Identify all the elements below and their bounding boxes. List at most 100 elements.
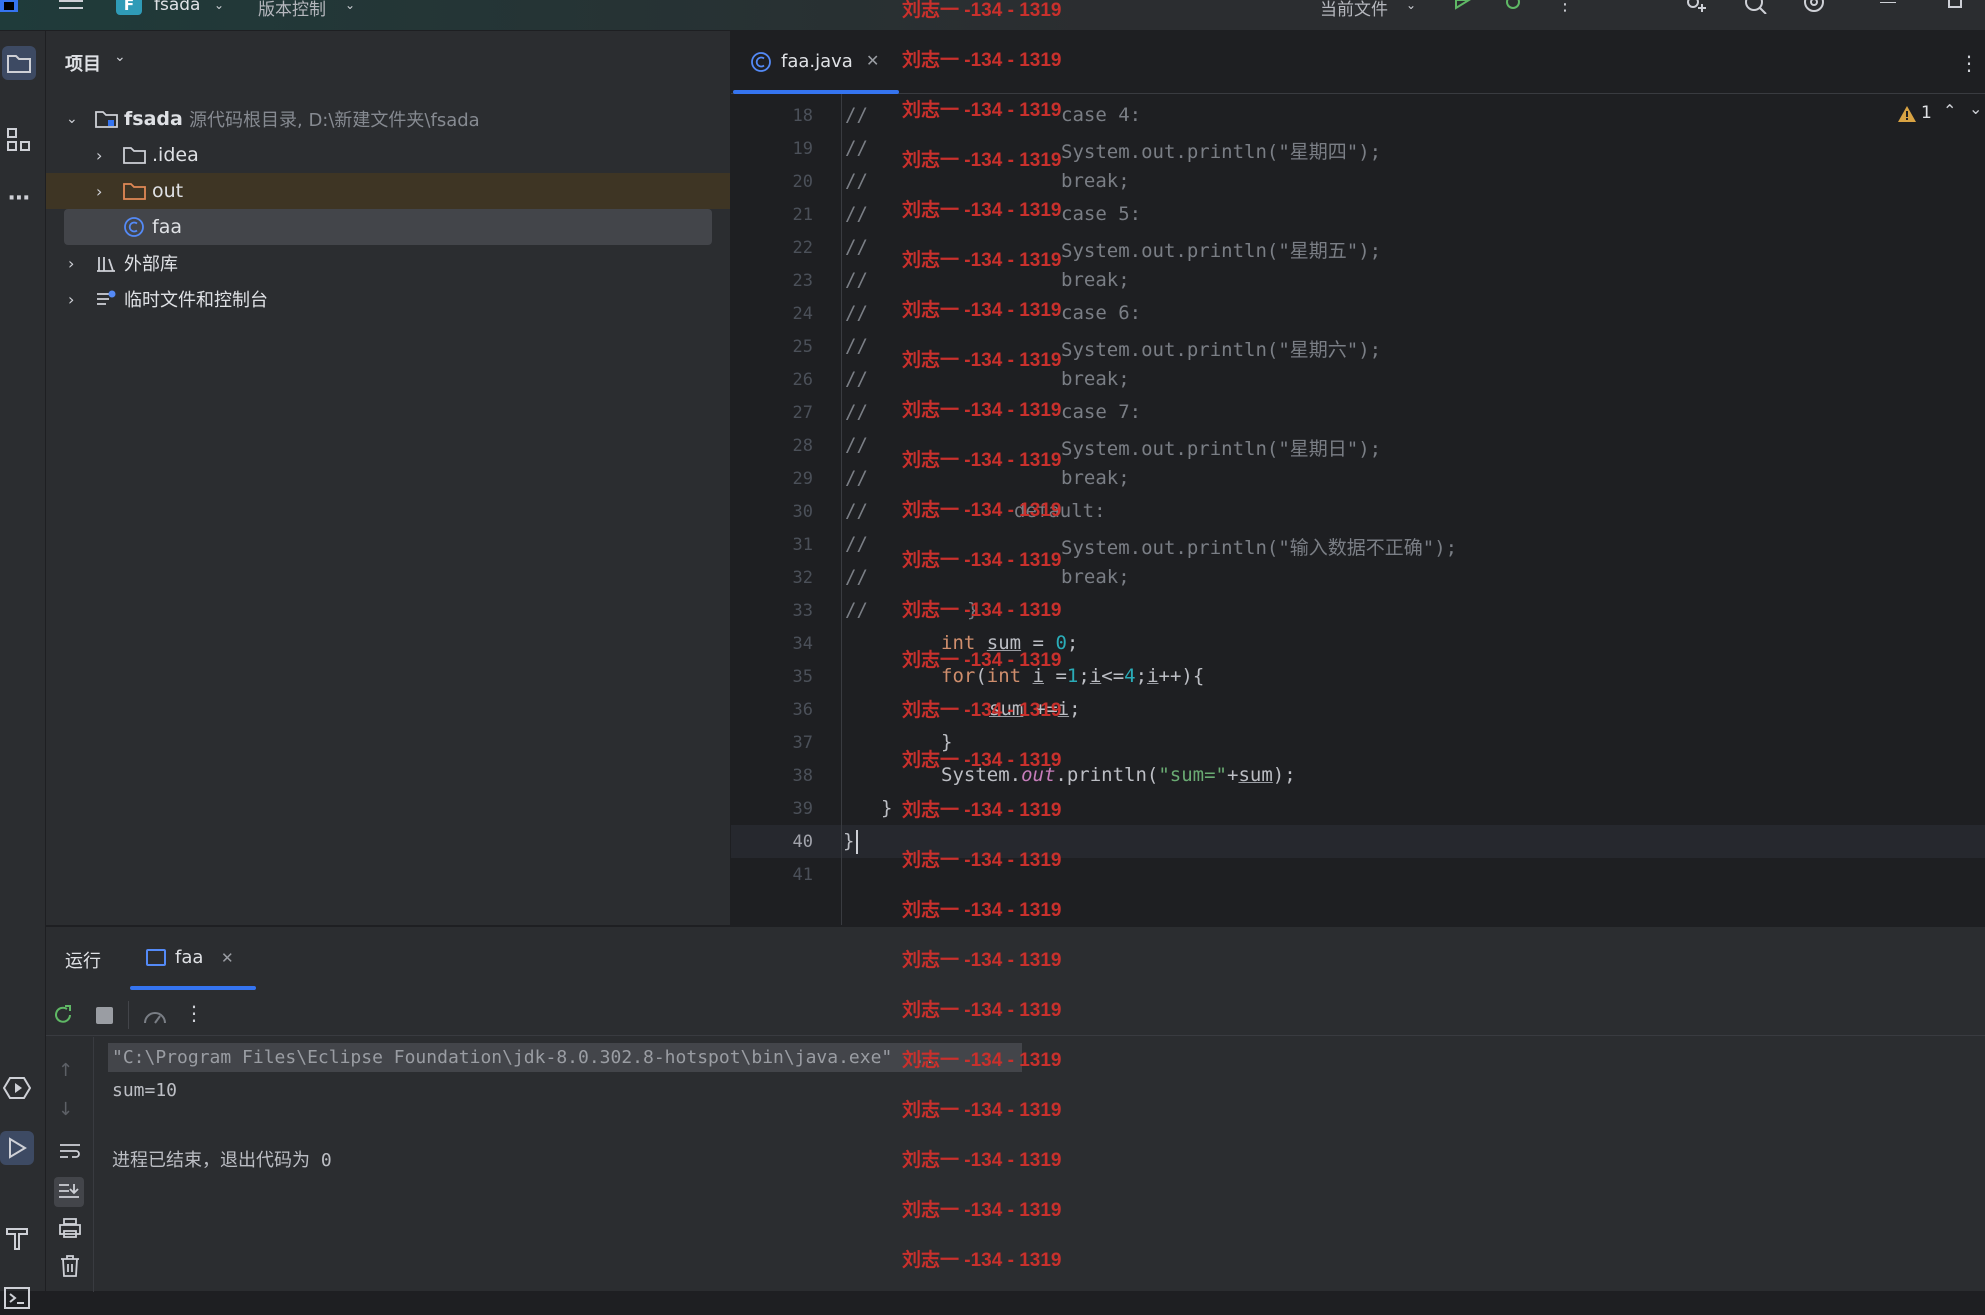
run-panel-title: 运行	[65, 951, 101, 972]
main-menu-icon[interactable]	[56, 0, 86, 14]
tree-item-idea[interactable]: › .idea	[46, 137, 730, 173]
code-line-24: case 6:	[1061, 302, 1142, 324]
tree-item-scratches[interactable]: › 临时文件和控制台	[46, 281, 730, 317]
tree-item-label: 外部库	[124, 254, 178, 275]
more-tools-icon[interactable]: ⋯	[2, 181, 36, 215]
code-line-22: System.out.println("星期五");	[1061, 240, 1382, 262]
code-line-21: case 5:	[1061, 203, 1142, 225]
console-command-line: "C:\Program Files\Eclipse Foundation\jdk…	[112, 1047, 936, 1068]
comment-marker: //	[845, 368, 868, 390]
project-panel: 项目 ⌄ ⌄ fsada 源代码根目录, D:\新建文件夹\fsada › .i…	[46, 31, 730, 925]
comment-marker: //	[845, 467, 868, 489]
code-line-31: System.out.println("输入数据不正确");	[1061, 537, 1458, 559]
vcs-menu[interactable]: 版本控制	[258, 0, 326, 20]
tree-root[interactable]: ⌄ fsada 源代码根目录, D:\新建文件夹\fsada	[46, 101, 730, 137]
comment-marker: //	[845, 566, 868, 588]
chevron-expanded-icon[interactable]: ⌄	[66, 111, 78, 127]
chevron-down-icon[interactable]: ⌄	[1406, 0, 1416, 12]
tree-item-external-libraries[interactable]: › 外部库	[46, 245, 730, 281]
profiler-icon[interactable]	[142, 1003, 168, 1027]
structure-icon[interactable]	[2, 123, 36, 157]
comment-marker: //	[845, 599, 868, 621]
code-line-25: System.out.println("星期六");	[1061, 339, 1382, 361]
text-cursor	[856, 830, 858, 854]
comment-marker: //	[845, 500, 868, 522]
comment-marker: //	[845, 269, 868, 291]
console-output-line: sum=10	[112, 1080, 178, 1101]
services-icon[interactable]	[0, 1071, 34, 1105]
library-icon	[95, 253, 117, 273]
trash-icon[interactable]	[56, 1253, 84, 1279]
comment-marker: //	[845, 170, 868, 192]
code-line-19: System.out.println("星期四");	[1061, 141, 1382, 163]
run-tool-icon[interactable]	[0, 1131, 34, 1165]
code-line-26: break;	[1061, 368, 1130, 390]
console-exit-line: 进程已结束，退出代码为 0	[112, 1150, 332, 1171]
chevron-right-icon[interactable]: ›	[96, 182, 102, 201]
run-tab-faa[interactable]: faa ✕	[130, 927, 256, 990]
code-line-36: sum +=i;	[989, 698, 1081, 720]
terminal-icon[interactable]	[0, 1281, 34, 1315]
tree-item-faa[interactable]: faa	[46, 209, 730, 245]
rerun-icon[interactable]	[51, 1003, 75, 1027]
more-actions-icon[interactable]: ⋮	[1556, 0, 1574, 15]
chevron-right-icon[interactable]: ›	[68, 290, 74, 309]
run-panel: 运行 faa ✕ ⋮ ↑ ↓ "C:\Program Files\Eclipse…	[46, 926, 1985, 1292]
build-icon[interactable]	[0, 1221, 34, 1255]
chevron-right-icon[interactable]: ›	[68, 254, 74, 273]
code-line-32: break;	[1061, 566, 1130, 588]
chevron-down-icon[interactable]: ⌄	[345, 0, 355, 12]
run-icon[interactable]	[1450, 0, 1476, 14]
code-line-38: System.out.println("sum="+sum);	[941, 764, 1296, 786]
comment-marker: //	[845, 302, 868, 324]
soft-wrap-icon[interactable]	[56, 1139, 84, 1163]
chevron-down-icon[interactable]: ⌄	[114, 49, 126, 65]
tree-item-label: faa	[152, 216, 182, 238]
code-line-33: }	[967, 599, 979, 621]
run-toolbar	[46, 990, 1985, 1036]
console-icon	[146, 949, 166, 966]
folder-icon	[123, 145, 147, 165]
tree-item-label: 临时文件和控制台	[124, 290, 268, 311]
tree-item-out[interactable]: › out	[46, 173, 730, 209]
comment-markers: // // // // // // // // // // // // // // // //	[731, 31, 1985, 925]
toolbar-divider	[128, 1001, 129, 1029]
minimize-icon[interactable]	[1880, 2, 1896, 3]
code-line-29: break;	[1061, 467, 1130, 489]
title-bar: F fsada ⌄ 版本控制 ⌄ 当前文件 ⌄ ⋮	[0, 0, 1985, 31]
more-icon[interactable]: ⋮	[184, 1001, 204, 1025]
run-config-selector[interactable]: 当前文件	[1320, 0, 1388, 20]
settings-icon[interactable]	[1800, 0, 1828, 14]
code-line-40: }	[843, 830, 855, 852]
search-icon[interactable]	[1742, 0, 1770, 14]
root-name: fsada	[124, 108, 183, 130]
project-badge[interactable]: F	[116, 0, 142, 15]
chevron-right-icon[interactable]: ›	[96, 146, 102, 165]
project-tool-icon[interactable]	[2, 46, 36, 80]
tree-item-label: out	[152, 180, 184, 202]
code-line-18: case 4:	[1061, 104, 1142, 126]
scroll-to-end-icon[interactable]	[54, 1177, 84, 1207]
java-class-icon	[123, 216, 145, 238]
code-editor[interactable]: faa.java ✕ ⋮ 1 ⌃ ⌄ 18 19 20 21 22 23 24 25 26 27 2…	[731, 31, 1985, 925]
maximize-icon[interactable]	[1948, 0, 1962, 8]
stop-icon[interactable]	[96, 1007, 113, 1024]
close-icon[interactable]: ✕	[221, 949, 234, 967]
scratches-icon	[95, 289, 117, 309]
project-name[interactable]: fsada	[154, 0, 200, 15]
comment-marker: //	[845, 236, 868, 258]
comment-marker: //	[845, 137, 868, 159]
debug-icon[interactable]	[1500, 0, 1526, 14]
comment-marker: //	[845, 533, 868, 555]
left-toolbar: ⋯	[0, 31, 46, 1309]
code-line-30: default:	[1014, 500, 1106, 522]
code-line-27: case 7:	[1061, 401, 1142, 423]
add-user-icon[interactable]	[1682, 0, 1710, 14]
arrow-down-icon[interactable]: ↓	[58, 1099, 73, 1120]
chevron-down-icon[interactable]: ⌄	[214, 0, 224, 12]
arrow-up-icon[interactable]: ↑	[58, 1060, 73, 1081]
print-icon[interactable]	[56, 1215, 84, 1241]
code-line-37: }	[941, 731, 953, 753]
comment-marker: //	[845, 401, 868, 423]
code-line-39: }	[881, 797, 893, 819]
